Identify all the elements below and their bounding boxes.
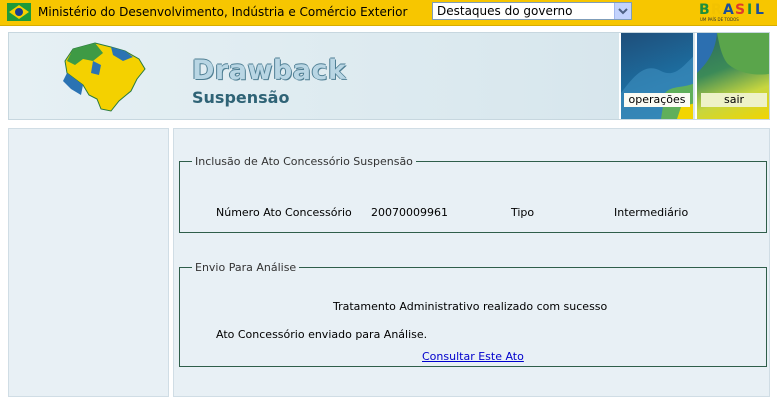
svg-text:S: S bbox=[735, 2, 745, 18]
svg-text:I: I bbox=[747, 2, 752, 18]
dropdown-arrow-icon[interactable] bbox=[614, 3, 631, 19]
brazil-map-icon bbox=[63, 42, 146, 112]
inclusao-legend: Inclusão de Ato Concessório Suspensão bbox=[195, 155, 413, 168]
numero-label: Número Ato Concessório bbox=[216, 206, 352, 219]
nav-operacoes-link[interactable]: operações bbox=[624, 93, 690, 107]
tipo-label: Tipo bbox=[511, 206, 535, 219]
numero-value: 20070009961 bbox=[371, 206, 448, 219]
envio-fieldset: Envio Para Análise Tratamento Administra… bbox=[179, 261, 767, 367]
government-highlights-select[interactable]: Destaques do governo bbox=[432, 2, 632, 20]
inclusao-fieldset: Inclusão de Ato Concessório Suspensão Nú… bbox=[179, 155, 767, 233]
main-content: Inclusão de Ato Concessório Suspensão Nú… bbox=[173, 128, 770, 397]
app-subtitle: Suspensão bbox=[192, 88, 290, 107]
svg-text:UM PAÍS DE TODOS: UM PAÍS DE TODOS bbox=[700, 17, 739, 22]
svg-text:B: B bbox=[699, 2, 710, 18]
sent-message: Ato Concessório enviado para Análise. bbox=[216, 328, 428, 341]
brasil-logo: B R A S I L UM PAÍS DE TODOS bbox=[699, 2, 764, 22]
government-bar: Ministério do Desenvolvimento, Indústria… bbox=[0, 0, 777, 26]
ministry-title: Ministério do Desenvolvimento, Indústria… bbox=[38, 5, 408, 19]
envio-legend: Envio Para Análise bbox=[195, 261, 297, 274]
header-banner: Drawback Suspensão operações sair bbox=[8, 32, 770, 120]
svg-text:A: A bbox=[723, 2, 734, 18]
success-message: Tratamento Administrativo realizado com … bbox=[333, 300, 608, 313]
sair-nav[interactable]: sair bbox=[695, 33, 769, 119]
tipo-value: Intermediário bbox=[614, 206, 689, 219]
brazil-flag-icon bbox=[7, 3, 31, 21]
select-value: Destaques do governo bbox=[437, 4, 573, 18]
nav-sair-link[interactable]: sair bbox=[701, 93, 767, 107]
consultar-ato-link[interactable]: Consultar Este Ato bbox=[422, 350, 524, 363]
svg-text:R: R bbox=[711, 2, 722, 18]
operacoes-nav[interactable]: operações bbox=[619, 33, 693, 119]
left-sidebar bbox=[8, 128, 169, 397]
app-title: Drawback bbox=[192, 55, 347, 86]
svg-text:L: L bbox=[755, 2, 764, 18]
